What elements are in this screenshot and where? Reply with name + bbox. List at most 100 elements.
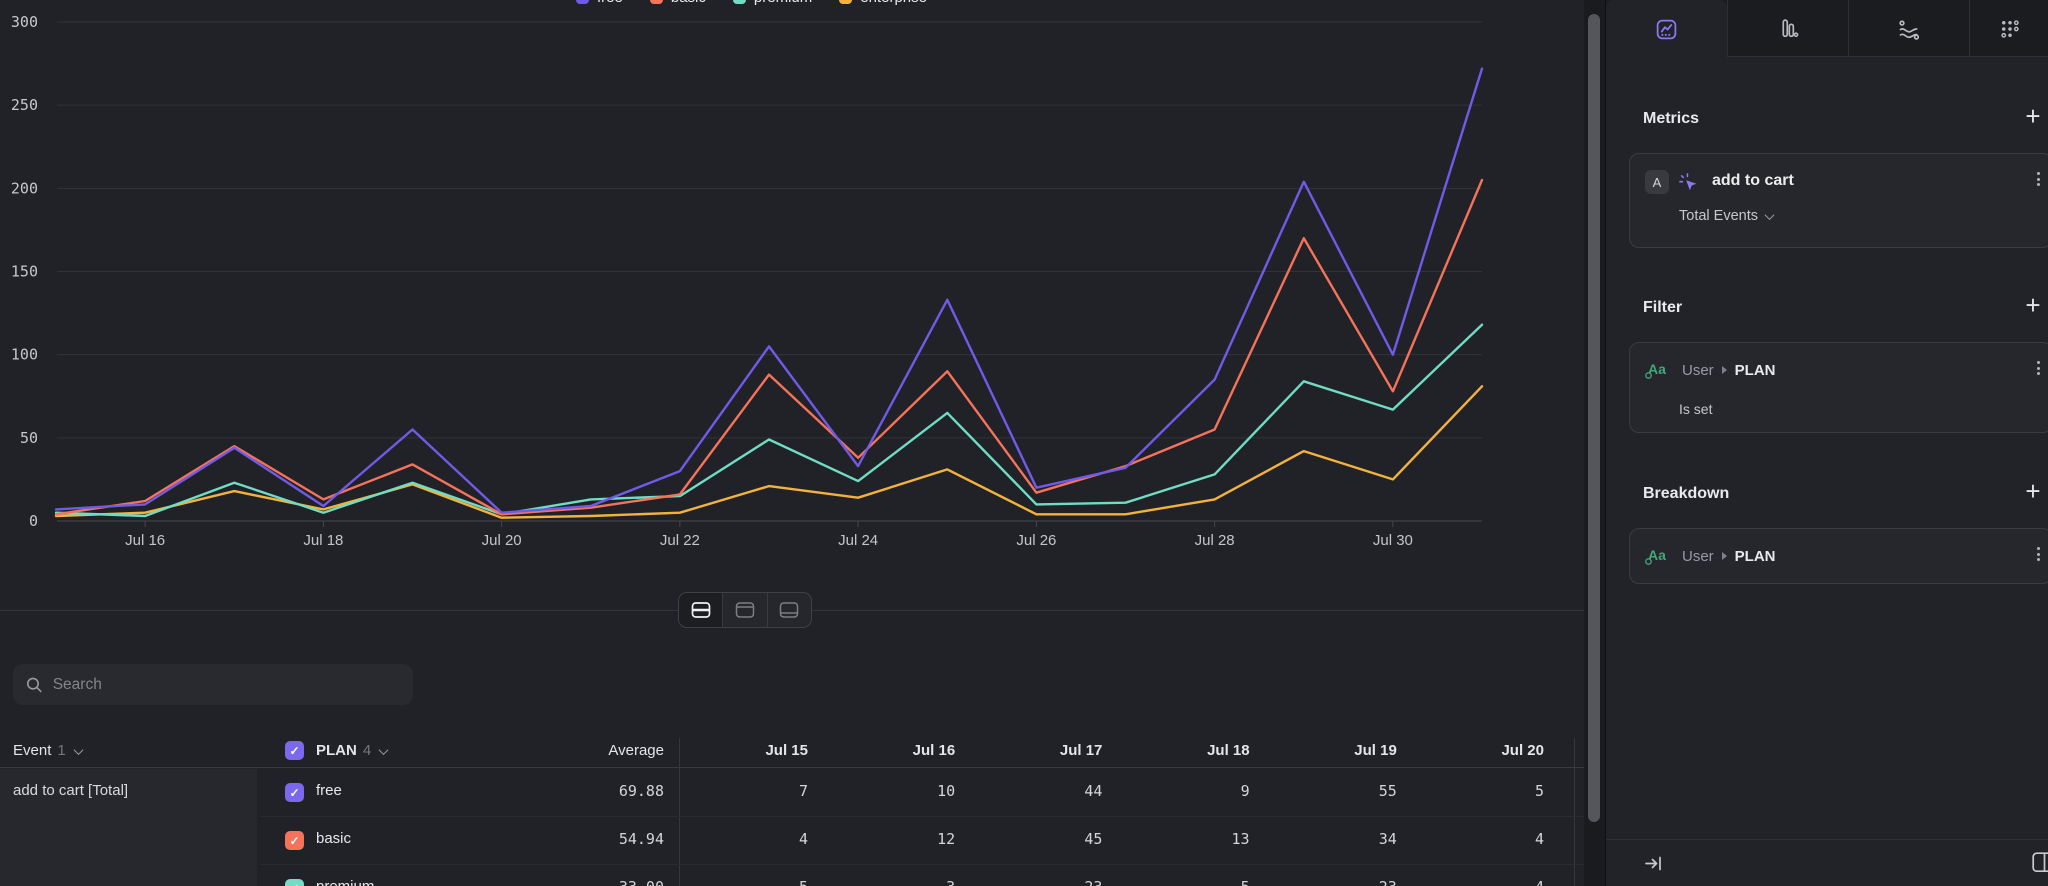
layout-toggle [678,592,812,628]
cell-value: 4 [1434,878,1544,886]
svg-text:Jul 26: Jul 26 [1016,532,1056,549]
plan-column-header[interactable]: PLAN4 [316,742,387,759]
average-column-header: Average [554,742,664,759]
tab-flows[interactable] [1848,0,1969,57]
filter-options-kebab-icon[interactable] [2037,361,2040,375]
metric-event-name: add to cart [1712,172,1794,190]
date-column-header: Jul 16 [845,742,955,759]
flows-icon [1897,17,1921,41]
apps-grid-icon [1998,17,2021,40]
metric-card[interactable]: A add to cart Total Events [1629,153,2048,248]
event-column-header[interactable]: Event1 [13,742,82,759]
series-label: premium [316,878,374,886]
tab-more-apps[interactable] [1969,0,2048,57]
cell-value: 13 [1140,830,1250,848]
split-view-icon [691,601,711,619]
cell-value: 5 [698,878,808,886]
breadcrumb-arrow-icon [1722,552,1727,560]
cell-value: 44 [992,782,1102,800]
date-column-header: Jul 19 [1287,742,1397,759]
svg-text:100: 100 [11,346,38,364]
breakdown-options-kebab-icon[interactable] [2037,547,2040,561]
svg-text:200: 200 [11,179,38,197]
check-icon: ✓ [289,834,299,848]
breakdown-property-group: User [1682,548,1714,565]
cell-value: 7 [698,782,808,800]
line-chart-svg: 050100150200250300Jul 16Jul 18Jul 20Jul … [0,0,1584,560]
filter-card[interactable]: Aa User PLAN Is set [1629,342,2048,433]
cell-value: 34 [1287,830,1397,848]
table-header: Event1 ✓ PLAN4 Average Jul 15 Jul 16 Jul 1… [0,738,1584,768]
series-checkbox[interactable]: ✓ [285,879,304,886]
search-input[interactable] [53,676,400,694]
plan-select-all-checkbox[interactable]: ✓ [285,741,304,760]
search-box[interactable] [13,664,413,705]
breakdown-card[interactable]: Aa User PLAN [1629,528,2048,584]
svg-text:Jul 18: Jul 18 [303,532,343,549]
chevron-down-icon [379,745,389,755]
cell-value: 45 [992,830,1102,848]
breakdown-property-name: PLAN [1735,548,1776,565]
text-property-icon: Aa [1644,359,1672,381]
check-icon: ✓ [289,882,299,886]
add-breakdown-button[interactable]: + [2021,479,2045,503]
chart-bottom-icon [779,601,799,619]
row-separator [261,864,1584,865]
cell-value: 23 [992,878,1102,886]
date-column-header: Jul 20 [1434,742,1544,759]
filter-operator[interactable]: Is set [1679,401,1712,417]
layout-chart-bottom-button[interactable] [767,593,811,627]
tab-bar-chart[interactable] [1727,0,1848,57]
columns-layout-icon[interactable] [2032,852,2048,873]
table-row-premium[interactable]: ✓ premium 33.0053235234 [0,864,1584,886]
aggregation-dropdown[interactable]: Total Events [1679,208,1773,224]
series-checkbox[interactable]: ✓ [285,783,304,802]
row-separator [261,816,1584,817]
svg-text:Jul 24: Jul 24 [838,532,878,549]
series-label: basic [316,830,351,847]
svg-text:Jul 28: Jul 28 [1195,532,1235,549]
vertical-scrollbar[interactable] [1584,0,1605,886]
svg-text:Jul 30: Jul 30 [1373,532,1413,549]
series-checkbox[interactable]: ✓ [285,831,304,850]
table-row-basic[interactable]: ✓ basic 54.944124513344 [0,816,1584,864]
add-filter-button[interactable]: + [2021,293,2045,317]
line-chart: 050100150200250300Jul 16Jul 18Jul 20Jul … [0,0,1584,560]
cell-value: 10 [845,782,955,800]
text-property-icon: Aa [1644,545,1672,567]
check-icon: ✓ [289,744,299,758]
metric-letter-badge: A [1645,170,1669,194]
table-row-free[interactable]: ✓ free 69.88710449555 [0,768,1584,816]
chevron-down-icon [73,745,83,755]
bar-chart-icon [1777,17,1800,40]
chevron-down-icon [1765,210,1775,220]
cell-value: 55 [1287,782,1397,800]
add-metric-button[interactable]: + [2021,104,2045,128]
filter-heading: Filter [1643,299,1682,317]
cell-value: 4 [698,830,808,848]
svg-text:150: 150 [11,263,38,281]
average-value: 69.88 [554,782,664,800]
cell-value: 5 [1434,782,1544,800]
panel-tabs [1606,0,2048,57]
svg-text:300: 300 [11,13,38,31]
query-builder-panel: Metrics + A add to cart Total Events Fil… [1605,0,2048,886]
layout-split-button[interactable] [679,593,722,627]
report-main-area: free basic premium enterprise 0501001502… [0,0,1584,886]
svg-text:50: 50 [20,429,38,447]
date-column-header: Jul 15 [698,742,808,759]
cell-value: 9 [1140,782,1250,800]
cell-value: 5 [1140,878,1250,886]
average-value: 33.00 [554,878,664,886]
collapse-panel-icon[interactable] [1644,855,1664,872]
date-column-header: Jul 17 [992,742,1102,759]
tab-insights[interactable] [1606,0,1727,58]
scrollbar-thumb[interactable] [1588,14,1600,822]
chart-top-icon [735,601,755,619]
average-value: 54.94 [554,830,664,848]
breakdown-heading: Breakdown [1643,485,1729,503]
cell-value: 4 [1434,830,1544,848]
insights-chart-icon [1655,18,1678,41]
metric-options-kebab-icon[interactable] [2037,172,2040,186]
layout-chart-top-button[interactable] [722,593,766,627]
